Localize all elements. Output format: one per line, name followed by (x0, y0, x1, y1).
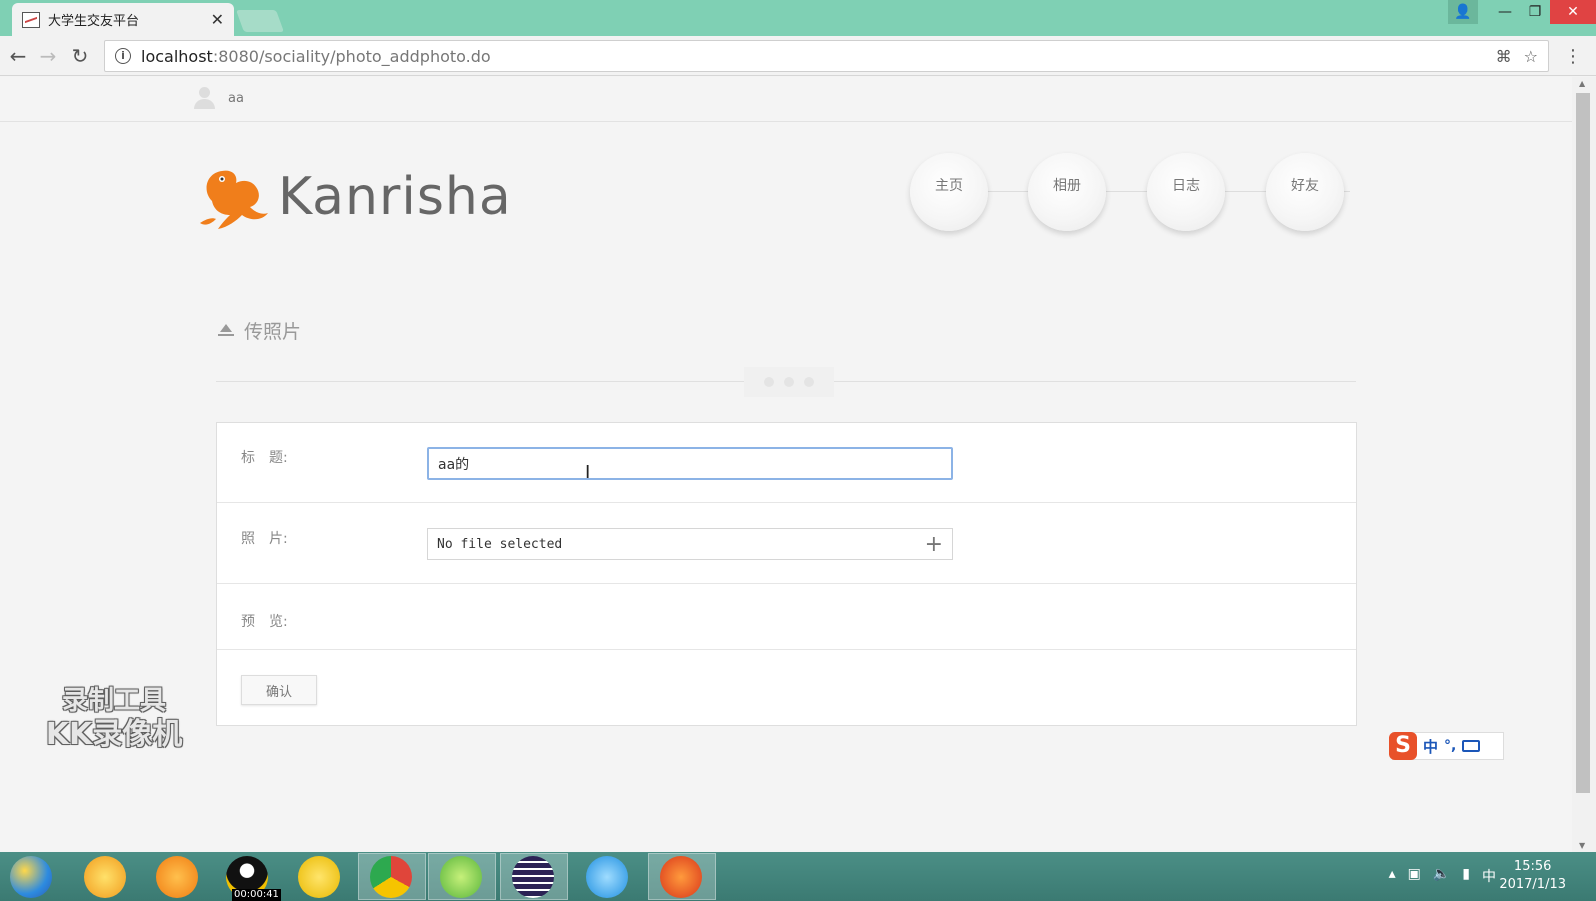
upload-icon (216, 322, 236, 340)
eclipse-icon[interactable] (512, 856, 554, 898)
preview-label: 预 览: (241, 614, 288, 630)
browser-app-icon[interactable] (586, 856, 628, 898)
os-taskbar: 00:00:41 ▴ ▣ 🔈 ▮ 中 15:56 2017/1/13 (0, 852, 1596, 901)
user-avatar-icon[interactable] (192, 85, 216, 111)
nav-blog-label: 日志 (1172, 178, 1200, 194)
title-input[interactable] (427, 447, 953, 480)
forward-button[interactable]: → (36, 44, 60, 68)
url-host: localhost (141, 46, 213, 66)
window-controls: 👤 — ❐ ✕ (1448, 0, 1596, 26)
nav-friends-label: 好友 (1291, 178, 1319, 194)
user-bar: aa (0, 77, 1572, 122)
tab-close-icon[interactable]: ✕ (211, 10, 224, 29)
upload-photo-form: 标 题: I 照 片: No file selected + 预 览: 确认 (216, 422, 1357, 726)
recorder-watermark: 录制工具 KK录像机 (34, 685, 194, 753)
back-button[interactable]: ← (6, 44, 30, 68)
wifi-app-icon[interactable] (156, 856, 198, 898)
keyboard-icon[interactable] (1462, 740, 1481, 752)
scroll-thumb[interactable] (1576, 93, 1590, 793)
lizard-logo-icon (200, 170, 268, 229)
system-tray: ▴ ▣ 🔈 ▮ 中 (1389, 866, 1496, 886)
reload-button[interactable]: ↻ (68, 44, 92, 68)
scroll-down-icon[interactable]: ▼ (1579, 841, 1585, 850)
nav-home[interactable]: 主页 (910, 153, 988, 231)
system-clock[interactable]: 15:56 2017/1/13 (1499, 858, 1566, 894)
nav-blog[interactable]: 日志 (1147, 153, 1225, 231)
translate-icon[interactable]: ⌘ (1496, 47, 1512, 66)
confirm-button[interactable]: 确认 (241, 675, 317, 705)
section-heading: 传照片 (216, 317, 301, 344)
network-icon[interactable]: ▮ (1462, 866, 1470, 886)
ime-punctuation[interactable]: °, (1444, 738, 1456, 754)
start-button-icon[interactable] (10, 856, 52, 898)
tab-title: 大学生交友平台 (48, 14, 140, 29)
minimize-button[interactable]: — (1490, 0, 1520, 24)
site-logo[interactable]: Kanrisha (192, 159, 512, 234)
clock-time: 15:56 (1513, 859, 1552, 874)
new-tab-button[interactable] (235, 10, 285, 32)
text-cursor-icon: I (585, 462, 591, 483)
tray-expand-icon[interactable]: ▴ (1389, 866, 1396, 886)
browser-titlebar: 大学生交友平台 ✕ 👤 — ❐ ✕ (0, 0, 1596, 36)
recording-timer: 00:00:41 (232, 889, 281, 901)
window-close-button[interactable]: ✕ (1550, 0, 1596, 24)
browser-tab[interactable]: 大学生交友平台 ✕ (12, 3, 234, 36)
photo-label: 照 片: (241, 531, 288, 547)
section-title: 传照片 (244, 321, 302, 343)
username[interactable]: aa (228, 91, 244, 106)
ime-language[interactable]: 中 (1423, 736, 1438, 757)
divider-dots (744, 367, 834, 397)
bookmark-star-icon[interactable]: ☆ (1524, 47, 1538, 66)
page-content: aa Kanrisha 主页 相册 日志 好友 传照片 标 题: I 照 片: (0, 77, 1572, 852)
nav-album[interactable]: 相册 (1028, 153, 1106, 231)
clock-date: 2017/1/13 (1499, 877, 1566, 892)
browser-toolbar: ← → ↻ i localhost :8080/sociality/photo_… (0, 36, 1596, 76)
volume-icon[interactable]: 🔈 (1433, 866, 1450, 886)
nav-album-label: 相册 (1053, 178, 1081, 194)
media-player-icon[interactable] (298, 856, 340, 898)
nav-home-label: 主页 (935, 178, 963, 194)
form-row-preview: 预 览: (217, 584, 1356, 650)
tray-device-icon[interactable]: ▣ (1408, 866, 1421, 886)
leaf-app-icon[interactable] (440, 856, 482, 898)
restore-button[interactable]: ❐ (1520, 0, 1550, 24)
sogou-logo-icon: S (1389, 732, 1417, 760)
site-info-icon[interactable]: i (115, 48, 131, 64)
file-status: No file selected (437, 536, 563, 552)
watermark-line1: 录制工具 (61, 686, 166, 716)
brand-name: Kanrisha (278, 166, 512, 227)
file-picker[interactable]: No file selected + (427, 528, 953, 560)
title-label: 标 题: (241, 450, 288, 466)
ime-toolbar[interactable]: S 中 °, (1389, 732, 1504, 760)
page-scrollbar[interactable]: ▲ ▼ (1572, 77, 1596, 852)
form-row-actions: 确认 (217, 650, 1356, 726)
profile-icon[interactable]: 👤 (1448, 0, 1478, 24)
scroll-up-icon[interactable]: ▲ (1579, 79, 1585, 88)
watermark-line2: KK录像机 (45, 717, 183, 752)
form-row-photo: 照 片: No file selected + (217, 503, 1356, 584)
main-nav: 主页 相册 日志 好友 (910, 145, 1370, 235)
recorder-icon[interactable] (660, 856, 702, 898)
add-file-icon[interactable]: + (925, 532, 943, 557)
form-row-title: 标 题: I (217, 423, 1356, 503)
address-bar[interactable]: i localhost :8080/sociality/photo_addpho… (104, 40, 1549, 72)
page-favicon-icon (22, 11, 40, 28)
chrome-icon[interactable] (370, 856, 412, 898)
nav-friends[interactable]: 好友 (1266, 153, 1344, 231)
bird-app-icon[interactable] (84, 856, 126, 898)
url-path: :8080/sociality/photo_addphoto.do (212, 46, 491, 66)
browser-menu-icon[interactable]: ⋮ (1564, 46, 1582, 67)
tray-ime[interactable]: 中 (1482, 866, 1496, 886)
